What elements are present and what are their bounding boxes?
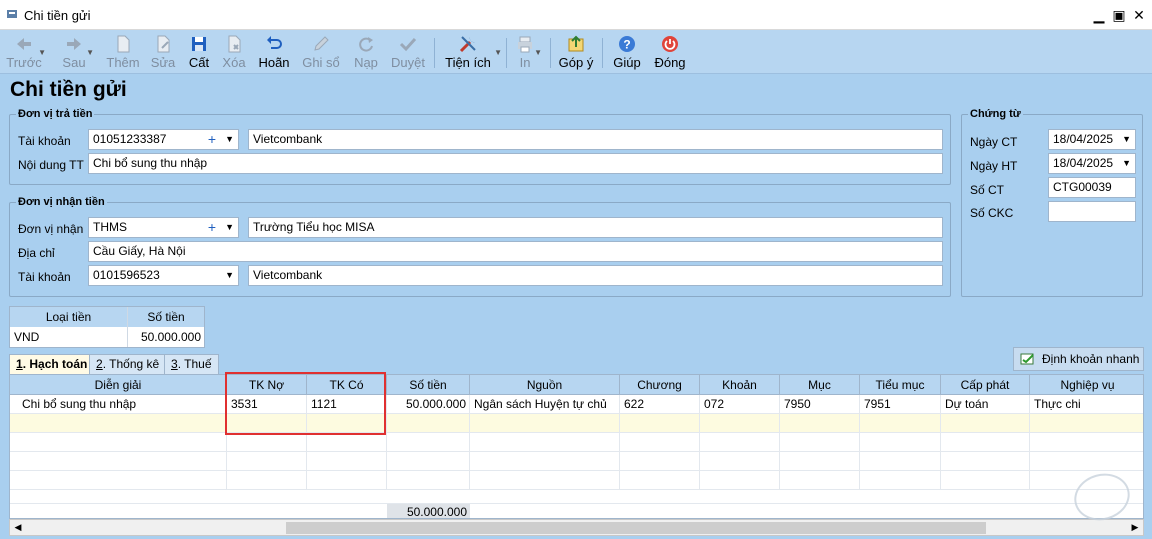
edit-button[interactable]: Sửa — [150, 32, 176, 72]
accounting-grid: Diễn giải TK Nợ TK Có Số tiền Nguồn Chươ… — [9, 374, 1144, 519]
toolbar-separator — [602, 38, 603, 68]
payee-bank-field[interactable]: Vietcombank — [248, 265, 943, 286]
save-button[interactable]: Cất — [186, 32, 212, 72]
maximize-button[interactable]: ▣ — [1109, 6, 1129, 24]
feedback-button[interactable]: Góp ý — [558, 32, 594, 72]
pencil-icon — [314, 36, 329, 51]
scroll-thumb[interactable] — [286, 522, 986, 534]
add-button[interactable]: Thêm — [106, 32, 140, 72]
close-button[interactable]: Đóng — [654, 32, 686, 72]
scroll-right-icon[interactable]: ▶ — [1127, 520, 1143, 535]
chevron-down-icon[interactable]: ▼ — [1122, 130, 1131, 149]
quick-entry-icon — [1020, 353, 1034, 365]
undo-icon — [267, 36, 282, 49]
payee-account-label: Tài khoản — [18, 270, 71, 284]
add-icon[interactable]: + — [208, 218, 216, 237]
grid-total: 50.000.000 — [387, 504, 470, 518]
address-field[interactable]: Cầu Giấy, Hà Nội — [88, 241, 943, 262]
chevron-down-icon[interactable]: ▼ — [225, 218, 234, 237]
payer-account-label: Tài khoản — [18, 134, 71, 148]
payer-account-combo[interactable]: 01051233387 + ▼ — [88, 129, 239, 150]
payee-unit-combo[interactable]: THMS + ▼ — [88, 217, 239, 238]
load-button[interactable]: Nạp — [352, 32, 380, 72]
edit-document-icon — [157, 35, 170, 53]
table-row[interactable]: Chi bổ sung thu nhập 3531 1121 50.000.00… — [10, 395, 1143, 414]
horizontal-scrollbar[interactable]: ◀ ▶ — [9, 519, 1144, 536]
currency-header: Loại tiền Số tiền — [10, 307, 204, 327]
table-row[interactable] — [10, 414, 1143, 433]
table-row[interactable] — [10, 433, 1143, 452]
posting-date-label: Ngày HT — [970, 159, 1018, 173]
payee-legend: Đơn vị nhận tiền — [18, 196, 105, 208]
grid-header: Diễn giải TK Nợ TK Có Số tiền Nguồn Chươ… — [10, 375, 1143, 395]
toolbar-separator — [434, 38, 435, 68]
payer-legend: Đơn vị trả tiền — [18, 108, 93, 120]
payee-account-combo[interactable]: 0101596523 ▼ — [88, 265, 239, 286]
utilities-button[interactable]: Tiện ích ▼ — [444, 32, 502, 72]
quick-entry-button[interactable]: Định khoản nhanh — [1013, 347, 1144, 371]
delete-icon — [228, 35, 241, 53]
save-icon — [192, 37, 206, 51]
next-button[interactable]: Sau ▼ — [56, 32, 94, 72]
page-title: Chi tiền gửi — [10, 78, 127, 101]
title-bar: Chi tiền gửi ▁ ▣ ✕ — [0, 0, 1152, 30]
power-icon — [662, 36, 678, 52]
app-icon — [7, 10, 17, 18]
window-title: Chi tiền gửi — [24, 8, 91, 23]
payment-content-field[interactable]: Chi bổ sung thu nhập — [88, 153, 943, 174]
table-row[interactable] — [10, 452, 1143, 471]
help-icon: ? — [619, 36, 635, 52]
toolbar-separator — [506, 38, 507, 68]
voucher-legend: Chứng từ — [970, 108, 1021, 120]
prev-button[interactable]: Trước ▼ — [4, 32, 46, 72]
chevron-down-icon[interactable]: ▼ — [225, 266, 234, 285]
scroll-left-icon[interactable]: ◀ — [10, 520, 26, 535]
address-label: Địa chỉ — [18, 246, 55, 260]
chevron-down-icon[interactable]: ▼ — [225, 130, 234, 149]
help-button[interactable]: ? Giúp — [612, 32, 642, 72]
printer-icon — [518, 36, 532, 53]
feedback-icon — [568, 35, 584, 52]
table-row[interactable] — [10, 490, 1143, 504]
toolbar: Trước ▼ Sau ▼ Thêm Sửa Cất Xóa Hoãn Ghi sổ… — [0, 30, 1152, 74]
highlight-box — [225, 372, 386, 435]
undo-button[interactable]: Hoãn — [258, 32, 290, 72]
arrow-left-icon — [17, 38, 31, 50]
voucher-date-label: Ngày CT — [970, 135, 1018, 149]
payment-content-label: Nội dung TT — [18, 158, 84, 172]
refresh-icon — [359, 37, 373, 52]
currency-row[interactable]: VND 50.000.000 — [10, 327, 204, 347]
posting-date-field[interactable]: 18/04/2025 ▼ — [1048, 153, 1136, 174]
voucher-no-field[interactable]: CTG00039 — [1048, 177, 1136, 198]
payee-unit-name-field[interactable]: Trường Tiểu học MISA — [248, 217, 943, 238]
tools-icon — [459, 36, 476, 53]
payer-bank-field[interactable]: Vietcombank — [248, 129, 943, 150]
close-window-button[interactable]: ✕ — [1129, 6, 1149, 24]
toolbar-separator — [550, 38, 551, 68]
svg-text:?: ? — [623, 38, 630, 52]
delete-button[interactable]: Xóa — [220, 32, 248, 72]
minimize-button[interactable]: ▁ — [1089, 6, 1109, 24]
new-document-icon — [117, 35, 130, 53]
approve-button[interactable]: Duyệt — [390, 32, 426, 72]
ckc-no-label: Số CKC — [970, 206, 1014, 220]
print-button[interactable]: In ▼ — [512, 32, 542, 72]
add-icon[interactable]: + — [208, 130, 216, 149]
table-row[interactable] — [10, 471, 1143, 490]
currency-table: Loại tiền Số tiền VND 50.000.000 — [9, 306, 205, 348]
payee-unit-label: Đơn vị nhận — [18, 222, 84, 236]
tab-statistics[interactable]: 2. Thống kê — [89, 354, 167, 374]
voucher-no-label: Số CT — [970, 183, 1005, 197]
tab-tax[interactable]: 3. Thuế — [164, 354, 219, 374]
chevron-down-icon[interactable]: ▼ — [1122, 154, 1131, 173]
voucher-date-field[interactable]: 18/04/2025 ▼ — [1048, 129, 1136, 150]
arrow-right-icon — [67, 38, 81, 50]
tab-accounting[interactable]: 1. Hạch toán — [9, 354, 95, 374]
ckc-no-field[interactable] — [1048, 201, 1136, 222]
post-button[interactable]: Ghi sổ — [302, 32, 340, 72]
checkmark-icon — [399, 37, 417, 52]
